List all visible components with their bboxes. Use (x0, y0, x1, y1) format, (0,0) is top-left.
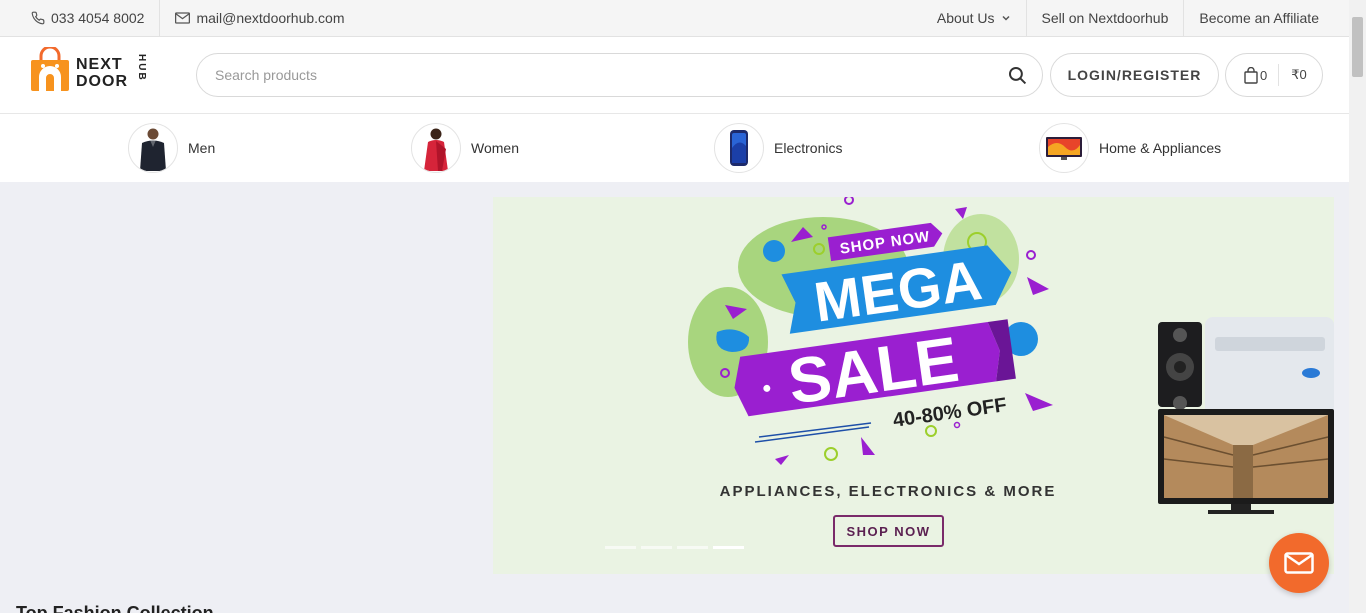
category-electronics[interactable]: Electronics (714, 123, 842, 173)
search-icon (1008, 66, 1026, 84)
page-scrollbar[interactable] (1349, 0, 1366, 613)
cart-count-value: 0 (1260, 67, 1268, 83)
search-button[interactable] (992, 54, 1042, 96)
chat-mail-button[interactable] (1269, 533, 1329, 593)
category-women-label: Women (471, 140, 519, 156)
search-input[interactable] (197, 54, 992, 96)
banner-shop-now-button[interactable]: SHOP NOW (833, 515, 944, 547)
phone-icon (31, 11, 45, 25)
category-men-label: Men (188, 140, 216, 156)
affiliate-label: Become an Affiliate (1199, 10, 1319, 26)
phone-contact[interactable]: 033 4054 8002 (0, 0, 161, 36)
main-header: NEXT DOOR HUB LOGIN/REGISTER 0 ₹0 (0, 37, 1349, 114)
category-home-label: Home & Appliances (1099, 140, 1222, 156)
site-logo[interactable]: NEXT DOOR HUB (31, 45, 153, 93)
logo-line-next: NEXT (76, 56, 123, 73)
women-thumbnail (411, 123, 461, 173)
carousel-dots (605, 546, 744, 549)
email-address: mail@nextdoorhub.com (196, 10, 345, 26)
envelope-icon (1284, 552, 1314, 574)
contact-info: 033 4054 8002 mail@nextdoorhub.com (0, 0, 360, 36)
logo-text: NEXT DOOR (76, 56, 128, 90)
category-men[interactable]: Men (128, 123, 215, 173)
carousel-dot[interactable] (641, 546, 672, 549)
carousel-dot[interactable] (605, 546, 636, 549)
top-bar: 033 4054 8002 mail@nextdoorhub.com About… (0, 0, 1349, 37)
phone-number: 033 4054 8002 (51, 10, 145, 26)
home-appliances-thumbnail (1039, 123, 1089, 173)
cart-total: ₹0 (1291, 67, 1307, 82)
sell-link[interactable]: Sell on Nextdoorhub (1025, 0, 1184, 36)
banner-subtitle: APPLIANCES, ELECTRONICS & MORE (719, 483, 1057, 500)
category-nav: Men Women Electronics Home & Appliances (0, 114, 1349, 182)
electronics-thumbnail (714, 123, 764, 173)
bag-icon (1244, 66, 1258, 84)
email-contact[interactable]: mail@nextdoorhub.com (160, 0, 359, 36)
login-register-button[interactable]: LOGIN/REGISTER (1050, 53, 1219, 97)
category-electronics-label: Electronics (774, 140, 843, 156)
chevron-down-icon (1001, 13, 1011, 23)
cart-button[interactable]: 0 ₹0 (1225, 53, 1323, 97)
carousel-dot-active[interactable] (713, 546, 744, 549)
about-us-link[interactable]: About Us (922, 0, 1026, 36)
logo-bag-icon (31, 47, 69, 91)
hero-banner[interactable]: SHOP NOW MEGA SALE 40-80% OFF APPLIANCES… (493, 197, 1334, 574)
section-title: Top Fashion Collection (16, 603, 214, 613)
mail-icon (175, 12, 191, 24)
men-thumbnail (128, 123, 178, 173)
sell-label: Sell on Nextdoorhub (1041, 10, 1169, 26)
about-us-label: About Us (936, 10, 995, 26)
affiliate-link[interactable]: Become an Affiliate (1183, 0, 1349, 36)
logo-line-door: DOOR (76, 73, 128, 90)
search-bar (196, 53, 1043, 97)
carousel-dot[interactable] (677, 546, 708, 549)
category-women[interactable]: Women (411, 123, 519, 173)
top-links: About Us Sell on Nextdoorhub Become an A… (922, 0, 1349, 36)
logo-hub: HUB (136, 54, 147, 82)
category-home-appliances[interactable]: Home & Appliances (1039, 123, 1221, 173)
cart-count: 0 (1226, 64, 1280, 86)
scrollbar-thumb[interactable] (1352, 17, 1363, 77)
